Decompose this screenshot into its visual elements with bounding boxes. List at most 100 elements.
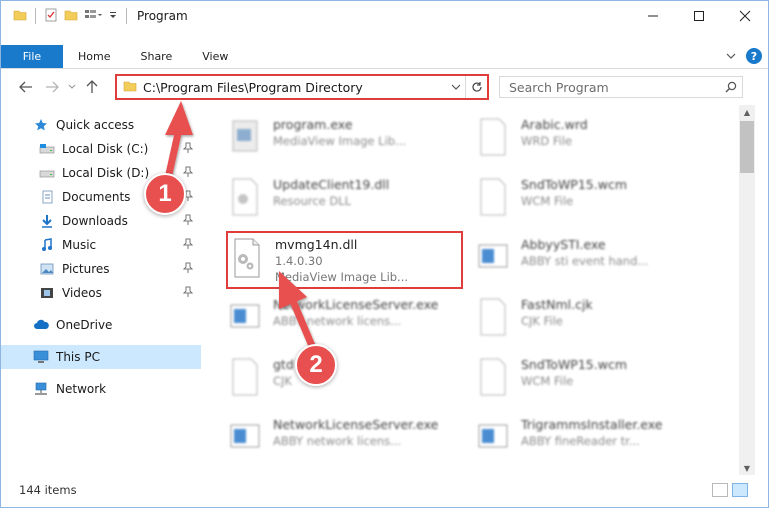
step-badge-2: 2 xyxy=(295,344,337,386)
close-icon[interactable] xyxy=(722,1,768,31)
generic-file-icon xyxy=(475,177,511,221)
back-arrow-icon[interactable] xyxy=(13,74,39,100)
ribbon-right-controls: ? xyxy=(726,48,762,64)
exe-window-icon xyxy=(227,417,263,461)
file-name: program.exe xyxy=(273,117,353,132)
file-type: ABBY sti event hand... xyxy=(521,254,649,268)
file-explorer-window: Program File Home Share View ? C:\Progra… xyxy=(0,0,769,508)
documents-icon xyxy=(39,189,55,205)
recent-locations-icon[interactable] xyxy=(65,74,79,100)
file-item[interactable]: AbbyySTI.exe ABBY sti event hand... xyxy=(475,233,713,289)
sidebar-item-onedrive[interactable]: OneDrive xyxy=(1,313,201,337)
file-item[interactable]: SndToWP15.wcm WCM File xyxy=(475,353,713,409)
tiles-view-icon[interactable] xyxy=(732,483,748,497)
sidebar-item-label: Network xyxy=(56,382,107,396)
file-item[interactable]: UpdateClient19.dll Resource DLL xyxy=(227,173,465,229)
ribbon-tabs: File Home Share View ? xyxy=(1,45,768,69)
new-folder-icon[interactable] xyxy=(64,8,78,25)
file-type: CJK xyxy=(273,374,292,388)
refresh-icon[interactable] xyxy=(465,76,487,98)
view-toggle xyxy=(712,483,748,497)
generic-file-icon xyxy=(475,357,511,401)
sidebar-item-pictures[interactable]: Pictures xyxy=(1,257,201,281)
expand-ribbon-icon[interactable] xyxy=(726,49,736,63)
file-item[interactable]: SndToWP15.wcm WCM File xyxy=(475,173,713,229)
file-name: NetworkLicenseServer.exe xyxy=(273,417,439,432)
forward-arrow-icon[interactable] xyxy=(39,74,65,100)
file-item[interactable]: NetworkLicenseServer.exe ABBY network li… xyxy=(227,293,465,349)
sidebar-item-label: Local Disk (C:) xyxy=(62,142,149,156)
sidebar-item-quick-access[interactable]: Quick access xyxy=(1,113,201,137)
search-box[interactable]: Search Program xyxy=(499,76,743,98)
star-icon xyxy=(33,117,49,133)
file-name: TrigrammsInstaller.exe xyxy=(521,417,663,432)
view-options-icon[interactable] xyxy=(84,8,102,25)
sidebar-item-label: This PC xyxy=(56,350,100,364)
scroll-down-icon[interactable]: ▼ xyxy=(739,461,755,475)
pin-icon[interactable] xyxy=(182,286,194,301)
file-type: MediaView Image Lib... xyxy=(273,134,407,148)
file-item[interactable]: TrigrammsInstaller.exe ABBY fineReader t… xyxy=(475,413,713,469)
drive-icon xyxy=(39,165,55,181)
sidebar-item-network[interactable]: Network xyxy=(1,377,201,401)
generic-file-icon xyxy=(227,357,263,401)
search-input[interactable]: Search Program xyxy=(500,80,720,95)
file-type: WCM File xyxy=(521,194,574,208)
address-path[interactable]: C:\Program Files\Program Directory xyxy=(143,80,447,95)
sidebar-item-music[interactable]: Music xyxy=(1,233,201,257)
tab-home[interactable]: Home xyxy=(63,45,125,68)
caption-buttons xyxy=(630,1,768,31)
tab-file[interactable]: File xyxy=(1,45,63,68)
file-type: CJK File xyxy=(521,314,563,328)
exe-window-icon xyxy=(227,297,263,341)
help-icon[interactable]: ? xyxy=(746,48,762,64)
maximize-icon[interactable] xyxy=(676,1,722,31)
folder-icon xyxy=(13,8,27,25)
navigation-bar: C:\Program Files\Program Directory Searc… xyxy=(1,73,768,101)
vertical-scrollbar[interactable]: ▲ ▼ xyxy=(739,105,755,475)
downloads-icon xyxy=(39,213,55,229)
exe-window-icon xyxy=(475,417,511,461)
search-icon[interactable] xyxy=(720,81,742,93)
scroll-up-icon[interactable]: ▲ xyxy=(739,105,755,119)
customize-toolbar-icon[interactable] xyxy=(108,9,118,24)
highlight-box xyxy=(226,231,463,289)
tab-share[interactable]: Share xyxy=(125,45,187,68)
dll-file-icon xyxy=(227,177,263,221)
file-item[interactable]: FastNml.cjk CJK File xyxy=(475,293,713,349)
file-name: gtd xyxy=(273,357,294,372)
sidebar-item-this-pc[interactable]: This PC xyxy=(1,345,201,369)
scrollbar-thumb[interactable] xyxy=(740,121,754,173)
file-item[interactable]: Arabic.wrd WRD File xyxy=(475,113,713,169)
details-view-icon[interactable] xyxy=(712,483,728,497)
pin-icon[interactable] xyxy=(182,214,194,229)
sidebar-item-videos[interactable]: Videos xyxy=(1,281,201,305)
videos-icon xyxy=(39,285,55,301)
sidebar-item-local-disk-c[interactable]: Local Disk (C:) xyxy=(1,137,201,161)
address-bar[interactable]: C:\Program Files\Program Directory xyxy=(115,74,489,100)
file-name: AbbyySTI.exe xyxy=(521,237,606,252)
window-title: Program xyxy=(137,9,188,23)
file-name: NetworkLicenseServer.exe xyxy=(273,297,439,312)
file-item[interactable]: program.exe MediaView Image Lib... xyxy=(227,113,465,169)
quick-access-toolbar xyxy=(1,8,129,25)
sidebar-item-label: Downloads xyxy=(62,214,128,228)
properties-icon[interactable] xyxy=(44,8,58,25)
computer-icon xyxy=(33,349,49,365)
network-icon xyxy=(33,381,49,397)
chevron-down-icon[interactable] xyxy=(447,82,465,93)
file-type: ABBY network licens... xyxy=(273,314,402,328)
toolbar-separator xyxy=(35,8,36,24)
minimize-icon[interactable] xyxy=(630,1,676,31)
tab-view[interactable]: View xyxy=(187,45,243,68)
pin-icon[interactable] xyxy=(182,166,194,181)
step-badge-1: 1 xyxy=(144,173,186,215)
pin-icon[interactable] xyxy=(182,142,194,157)
sidebar-item-label: Pictures xyxy=(62,262,110,276)
pin-icon[interactable] xyxy=(182,238,194,253)
sidebar-item-label: OneDrive xyxy=(56,318,113,332)
pin-icon[interactable] xyxy=(182,262,194,277)
file-item[interactable]: gtd CJK xyxy=(227,353,465,409)
file-item[interactable]: NetworkLicenseServer.exe ABBY network li… xyxy=(227,413,465,469)
up-arrow-icon[interactable] xyxy=(79,74,105,100)
